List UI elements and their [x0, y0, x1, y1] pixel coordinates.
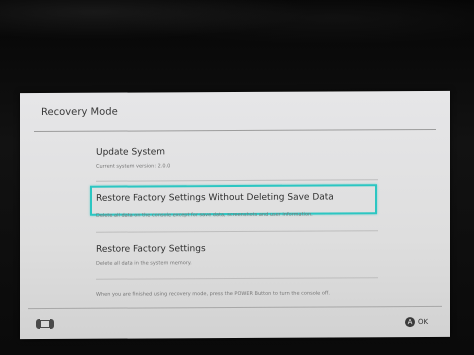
- option-divider: [96, 230, 378, 233]
- option-restore-keep-save-data[interactable]: Restore Factory Settings Without Deletin…: [96, 192, 334, 218]
- option-divider: [96, 277, 378, 280]
- recovery-screen: Recovery Mode Update System Current syst…: [20, 90, 450, 340]
- a-button-icon: A: [405, 317, 415, 328]
- option-title: Restore Factory Settings: [96, 244, 206, 255]
- option-description: Delete all data on the console except fo…: [96, 211, 313, 219]
- option-description: Current system version: 2.0.0: [96, 163, 171, 170]
- option-description: Delete all data in the system memory.: [96, 260, 192, 267]
- ok-label: OK: [418, 317, 429, 327]
- footer-divider: [28, 305, 442, 310]
- background-bezel: [0, 0, 474, 60]
- option-restore-factory-settings[interactable]: Restore Factory Settings Delete all data…: [96, 244, 206, 267]
- header: Recovery Mode: [20, 91, 450, 133]
- option-title: Update System: [96, 147, 166, 158]
- option-title: Restore Factory Settings Without Deletin…: [96, 192, 334, 204]
- option-update-system[interactable]: Update System Current system version: 2.…: [96, 147, 170, 169]
- photo-frame: Recovery Mode Update System Current syst…: [0, 0, 474, 355]
- option-divider: [96, 179, 378, 182]
- console-screen-shape: [40, 319, 50, 329]
- power-instruction: When you are finished using recovery mod…: [96, 290, 330, 298]
- joycon-right-shape: [50, 318, 54, 329]
- header-divider: [34, 128, 436, 133]
- ok-button[interactable]: A OK: [405, 316, 428, 328]
- page-title: Recovery Mode: [41, 106, 118, 119]
- console-icon: [36, 318, 54, 330]
